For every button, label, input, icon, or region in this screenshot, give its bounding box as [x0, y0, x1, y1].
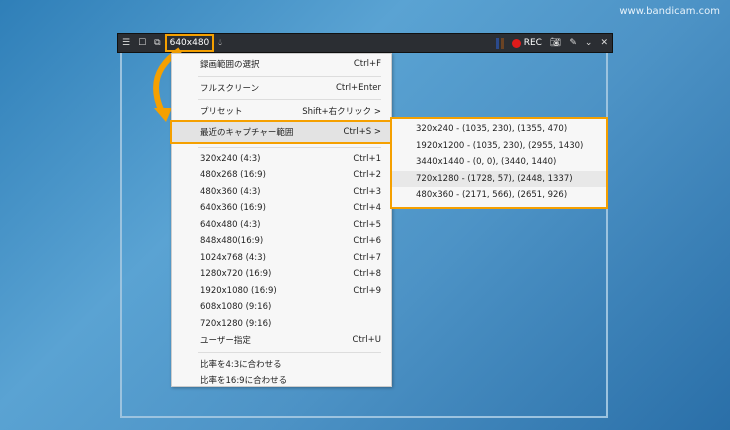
pause-icon[interactable]: [492, 34, 508, 52]
menu-icon[interactable]: ☰: [118, 34, 134, 52]
pencil-icon[interactable]: ✎: [565, 34, 581, 52]
menu-item-size[interactable]: 480x360 (4:3) Ctrl+3: [172, 184, 391, 201]
menu-item-select-area[interactable]: 録画範囲の選択 Ctrl+F: [172, 56, 391, 73]
menu-item-size[interactable]: 640x360 (16:9) Ctrl+4: [172, 200, 391, 217]
menu-item-size[interactable]: 1024x768 (4:3) Ctrl+7: [172, 250, 391, 267]
menu-item-size[interactable]: 720x1280 (9:16): [172, 316, 391, 333]
menu-item-size[interactable]: 640x480 (4:3) Ctrl+5: [172, 217, 391, 234]
menu-item-ratio-16-9[interactable]: 比率を16:9に合わせる: [172, 372, 391, 389]
menu-item-preset[interactable]: プリセット Shift+右クリック >: [172, 103, 391, 120]
rec-button[interactable]: REC: [508, 34, 546, 52]
close-icon[interactable]: ✕: [596, 34, 612, 52]
recent-area-item[interactable]: 720x1280 - (1728, 57), (2448, 1337): [392, 170, 606, 187]
recent-area-item[interactable]: 320x240 - (1035, 230), (1355, 470): [392, 121, 606, 138]
menu-item-size[interactable]: 1920x1080 (16:9) Ctrl+9: [172, 283, 391, 300]
menu-item-recent[interactable]: 最近のキャプチャー範囲 Ctrl+S >: [170, 119, 393, 144]
camera-icon[interactable]: 📷︎: [546, 34, 565, 52]
drop-icon[interactable]: 💧︎: [214, 34, 226, 52]
menu-item-size[interactable]: 1280x720 (16:9) Ctrl+8: [172, 266, 391, 283]
menu-item-size[interactable]: 320x240 (4:3) Ctrl+1: [172, 151, 391, 168]
record-icon: [511, 38, 521, 48]
menu-item-fullscreen[interactable]: フルスクリーン Ctrl+Enter: [172, 80, 391, 97]
menu-item-size[interactable]: 608x1080 (9:16): [172, 299, 391, 316]
recent-area-item[interactable]: 480x360 - (2171, 566), (2651, 926): [392, 187, 606, 204]
recent-submenu: 320x240 - (1035, 230), (1355, 470) 1920x1…: [390, 117, 608, 209]
menu-item-size[interactable]: ユーザー指定 Ctrl+U: [172, 332, 391, 349]
menu-item-size[interactable]: 480x268 (16:9) Ctrl+2: [172, 167, 391, 184]
watermark: www.bandicam.com: [619, 6, 720, 17]
size-menu: 録画範囲の選択 Ctrl+F フルスクリーン Ctrl+Enter プリセット Shi…: [170, 53, 393, 389]
recent-area-item[interactable]: 1920x1200 - (1035, 230), (2955, 1430): [392, 138, 606, 155]
menu-item-size[interactable]: 848x480(16:9) Ctrl+6: [172, 233, 391, 250]
toolbar: ☰ ☐ ⧉ 640x480 💧︎ REC 📷︎ ✎ ⌄ ✕: [117, 33, 613, 53]
recent-area-item[interactable]: 3440x1440 - (0, 0), (3440, 1440): [392, 154, 606, 171]
menu-item-ratio-4-3[interactable]: 比率を4:3に合わせる: [172, 356, 391, 373]
collapse-icon[interactable]: ⌄: [581, 34, 597, 52]
